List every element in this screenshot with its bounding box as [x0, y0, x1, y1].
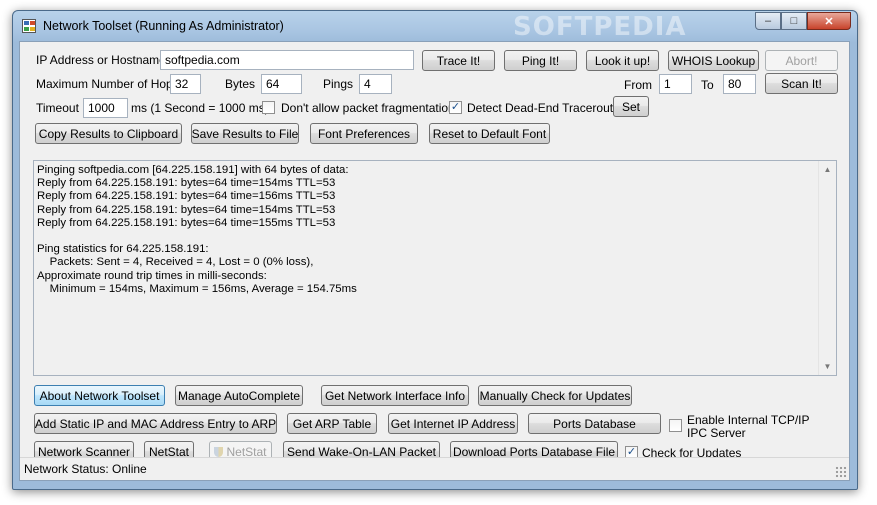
minimize-button[interactable]: –	[755, 12, 781, 30]
results-text: Pinging softpedia.com [64.225.158.191] w…	[37, 164, 357, 296]
results-textarea[interactable]: Pinging softpedia.com [64.225.158.191] w…	[33, 160, 837, 376]
interface-info-button[interactable]: Get Network Interface Info	[321, 385, 469, 406]
scroll-up-icon[interactable]: ▲	[819, 161, 836, 178]
trace-button[interactable]: Trace It!	[422, 50, 495, 71]
network-status: Network Status: Online	[24, 462, 147, 476]
from-label: From	[624, 78, 652, 92]
to-input[interactable]: 80	[723, 74, 756, 94]
minimize-icon: –	[764, 15, 772, 27]
watermark: SOFTPEDIA	[513, 12, 687, 42]
maximize-icon: □	[790, 15, 798, 27]
close-button[interactable]: ✕	[807, 12, 851, 30]
timeout-input[interactable]: 1000	[83, 98, 128, 118]
copy-results-button[interactable]: Copy Results to Clipboard	[35, 123, 182, 144]
host-label: IP Address or Hostname	[36, 53, 166, 67]
window-title: Network Toolset (Running As Administrato…	[43, 19, 284, 33]
tcp-server-label-2: IPC Server	[687, 426, 746, 440]
output-line: Approximate round trip times in milli-se…	[37, 269, 267, 282]
save-results-button[interactable]: Save Results to File	[191, 123, 299, 144]
ports-database-button[interactable]: Ports Database	[528, 413, 661, 434]
dead-end-checkbox[interactable]: ✓	[449, 101, 462, 114]
tcp-server-label-1: Enable Internal TCP/IP	[687, 413, 810, 427]
main-window: Network Toolset (Running As Administrato…	[12, 10, 858, 490]
shield-icon	[214, 446, 224, 457]
set-button[interactable]: Set	[613, 96, 649, 117]
output-line: Pinging softpedia.com [64.225.158.191] w…	[37, 164, 349, 176]
output-line: Packets: Sent = 4, Received = 4, Lost = …	[37, 256, 314, 269]
output-line: Reply from 64.225.158.191: bytes=64 time…	[37, 216, 336, 229]
output-line: Minimum = 154ms, Maximum = 156ms, Averag…	[37, 282, 357, 295]
ping-button[interactable]: Ping It!	[504, 50, 577, 71]
client-area: IP Address or Hostname softpedia.com Tra…	[19, 41, 850, 481]
maximize-button[interactable]: □	[781, 12, 807, 30]
pings-input[interactable]: 4	[359, 74, 392, 94]
checkmark-icon: ✓	[450, 101, 461, 113]
internet-ip-button[interactable]: Get Internet IP Address	[388, 413, 518, 434]
lookup-button[interactable]: Look it up!	[586, 50, 659, 71]
arp-table-button[interactable]: Get ARP Table	[287, 413, 377, 434]
status-bar: Network Status: Online	[20, 457, 849, 480]
app-icon	[22, 19, 36, 33]
output-line: Ping statistics for 64.225.158.191:	[37, 243, 209, 256]
results-scrollbar[interactable]: ▲ ▼	[818, 161, 836, 375]
add-static-arp-button[interactable]: Add Static IP and MAC Address Entry to A…	[34, 413, 277, 434]
resize-grip-icon[interactable]	[835, 466, 847, 478]
host-input[interactable]: softpedia.com	[160, 50, 414, 70]
tcp-server-checkbox[interactable]	[669, 419, 682, 432]
from-input[interactable]: 1	[659, 74, 692, 94]
about-button[interactable]: About Network Toolset	[34, 385, 165, 406]
dead-end-label: Detect Dead-End Traceroutes	[467, 101, 626, 115]
check-updates-button[interactable]: Manually Check for Updates	[478, 385, 632, 406]
font-preferences-button[interactable]: Font Preferences	[310, 123, 418, 144]
timeout-hint: ms (1 Second = 1000 ms)	[131, 101, 269, 115]
autocomplete-button[interactable]: Manage AutoComplete	[175, 385, 303, 406]
no-fragment-label: Don't allow packet fragmentation	[281, 101, 455, 115]
caption-buttons: – □ ✕	[755, 12, 851, 30]
hops-input[interactable]: 32	[170, 74, 201, 94]
hops-label: Maximum Number of Hops	[36, 77, 179, 91]
timeout-label: Timeout	[36, 101, 79, 115]
title-bar[interactable]: Network Toolset (Running As Administrato…	[13, 11, 857, 42]
whois-button[interactable]: WHOIS Lookup	[668, 50, 759, 71]
close-icon: ✕	[824, 15, 834, 28]
bytes-input[interactable]: 64	[261, 74, 302, 94]
bytes-label: Bytes	[225, 77, 256, 91]
output-line: Reply from 64.225.158.191: bytes=64 time…	[37, 190, 336, 203]
to-label: To	[701, 78, 714, 92]
abort-button[interactable]: Abort!	[765, 50, 838, 71]
output-line: Reply from 64.225.158.191: bytes=64 time…	[37, 203, 336, 216]
reset-font-button[interactable]: Reset to Default Font	[429, 123, 550, 144]
no-fragment-checkbox[interactable]	[262, 101, 275, 114]
scan-button[interactable]: Scan It!	[765, 73, 838, 94]
output-line: Reply from 64.225.158.191: bytes=64 time…	[37, 177, 336, 190]
scroll-down-icon[interactable]: ▼	[819, 358, 836, 375]
pings-label: Pings	[323, 77, 354, 91]
